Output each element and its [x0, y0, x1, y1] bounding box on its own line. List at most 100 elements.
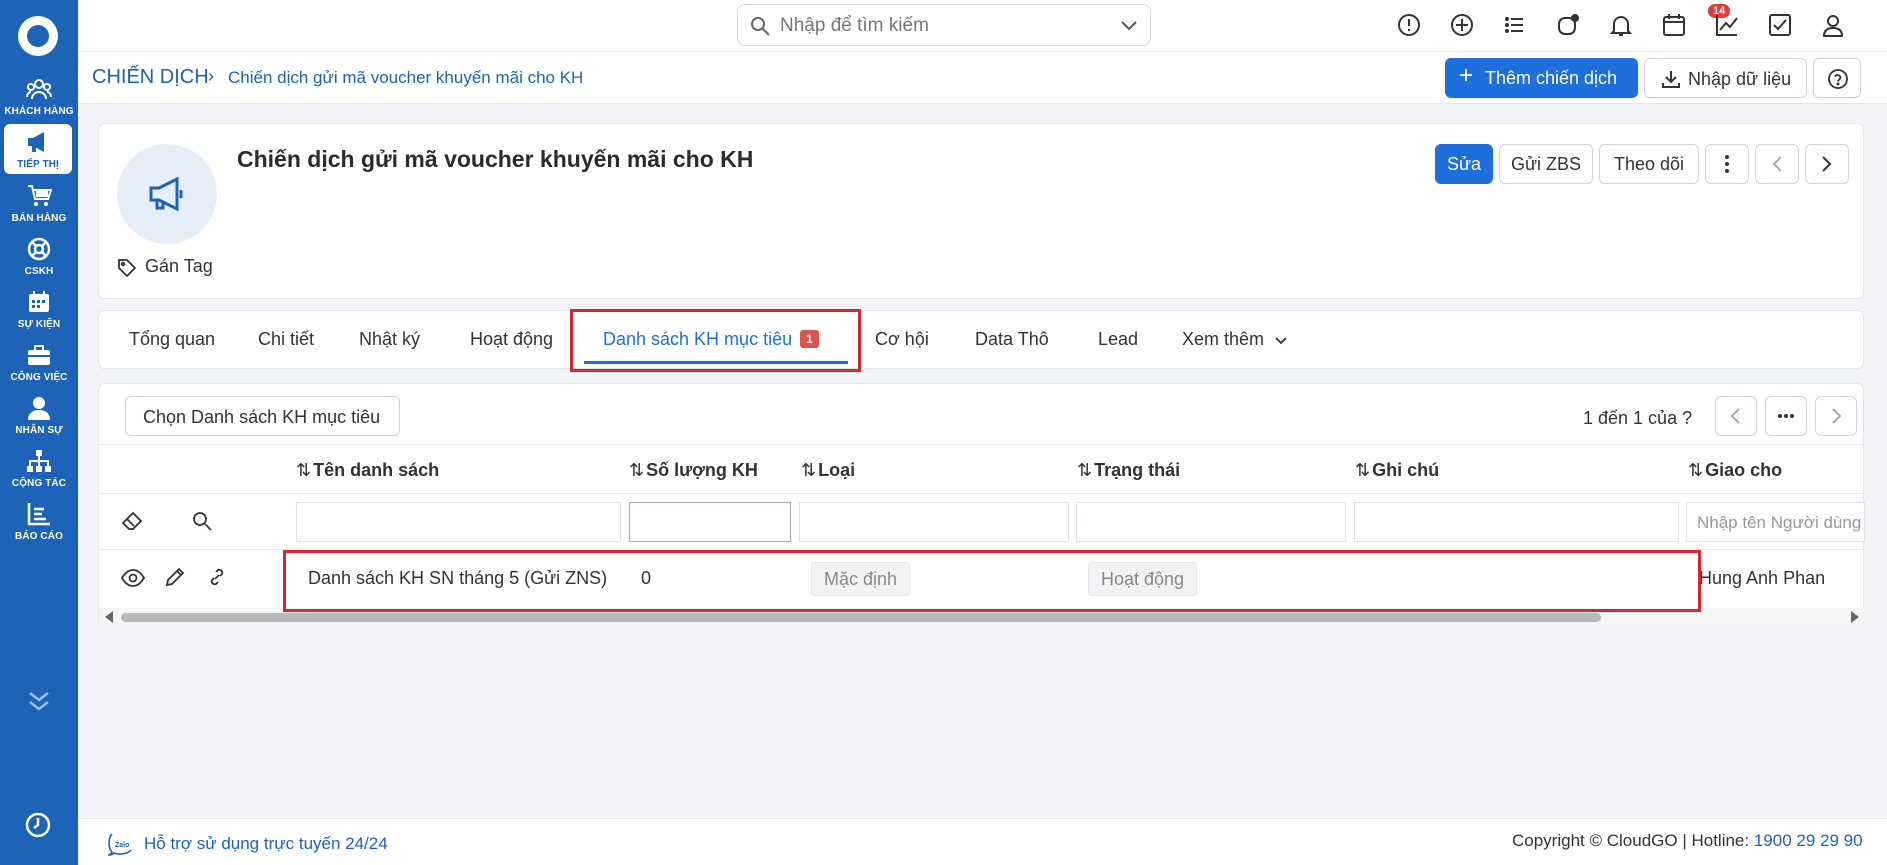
sidebar-item-bao-cao[interactable]: BÁO CÁO	[0, 501, 78, 542]
sidebar-item-label: CÔNG VIỆC	[10, 372, 68, 383]
scrollbar-thumb[interactable]	[121, 613, 1601, 622]
edit-button[interactable]: Sửa	[1435, 144, 1493, 184]
previous-record-button[interactable]	[1755, 144, 1799, 184]
tab-xem-them[interactable]: Xem thêm	[1182, 329, 1287, 350]
next-page-button[interactable]	[1815, 396, 1857, 436]
sidebar-item-label: TIẾP THỊ	[17, 159, 59, 170]
column-header-trang-thai[interactable]: ⇅ Trạng thái	[1077, 460, 1180, 481]
footer-copyright: Copyright © CloudGO | Hotline: 1900 29 2…	[1512, 831, 1863, 850]
add-campaign-button[interactable]: + Thêm chiến dịch	[1445, 58, 1638, 98]
column-header-ghi-chu[interactable]: ⇅ Ghi chú	[1355, 460, 1439, 481]
search-box[interactable]: Nhập để tìm kiếm	[737, 4, 1151, 46]
hotline-label: Hotline:	[1691, 831, 1750, 850]
online-support-link[interactable]: Hỗ trợ sử dụng trực tuyến 24/24	[144, 834, 388, 854]
megaphone-icon	[149, 176, 183, 212]
sort-icon: ⇅	[1077, 460, 1093, 480]
breadcrumb-bar: CHIẾN DỊCH › Chiến dịch gửi mã voucher k…	[78, 52, 1887, 104]
zalo-icon[interactable]: Zalo	[106, 831, 134, 857]
tab-hoat-dong[interactable]: Hoạt động	[470, 329, 553, 350]
filter-loai-input[interactable]	[799, 502, 1069, 542]
sidebar-item-ban-hang[interactable]: BÁN HÀNG	[0, 183, 78, 224]
send-zbs-button[interactable]: Gửi ZBS	[1499, 144, 1593, 184]
list-icon[interactable]	[1502, 12, 1528, 38]
follow-button[interactable]: Theo dõi	[1599, 144, 1699, 184]
sidebar-item-su-kien[interactable]: SỰ KIỆN	[0, 289, 78, 330]
eye-icon[interactable]	[121, 568, 145, 588]
chart-icon[interactable]	[1714, 12, 1740, 38]
filter-ten-danh-sach-input[interactable]	[296, 502, 621, 542]
alert-icon[interactable]	[1396, 12, 1422, 38]
breadcrumb-separator: ›	[208, 66, 214, 86]
add-circle-icon[interactable]	[1449, 12, 1475, 38]
filter-giao-cho-placeholder: Nhập tên Người dùng	[1697, 513, 1862, 532]
chevron-down-icon[interactable]	[1120, 18, 1138, 32]
search-input[interactable]: Nhập để tìm kiếm	[780, 15, 929, 37]
sort-icon: ⇅	[801, 460, 817, 480]
sidebar-item-tiep-thi[interactable]: TIẾP THỊ	[4, 124, 72, 174]
more-options-button[interactable]	[1705, 144, 1749, 184]
assign-tag-button[interactable]: Gán Tag	[117, 256, 213, 278]
filter-giao-cho-input[interactable]: Nhập tên Người dùng	[1686, 502, 1865, 542]
sidebar-item-cong-tac[interactable]: CỘNG TÁC	[0, 448, 78, 489]
sidebar-item-cong-viec[interactable]: CÔNG VIỆC	[0, 342, 78, 383]
footer: Zalo Hỗ trợ sử dụng trực tuyến 24/24 Cop…	[78, 818, 1887, 865]
user-icon[interactable]	[1820, 12, 1846, 38]
filter-so-luong-kh-input[interactable]	[629, 502, 791, 542]
column-header-so-luong-kh[interactable]: ⇅ Số lượng KH	[629, 460, 758, 481]
tab-tong-quan[interactable]: Tổng quan	[129, 329, 215, 350]
cart-icon	[28, 185, 52, 206]
sort-icon: ⇅	[629, 460, 645, 480]
column-header-loai[interactable]: ⇅ Loại	[801, 460, 855, 481]
sort-icon: ⇅	[296, 460, 312, 480]
breadcrumb-root[interactable]: CHIẾN DỊCH	[92, 66, 209, 89]
next-record-button[interactable]	[1805, 144, 1849, 184]
list-more-button[interactable]	[1765, 396, 1807, 436]
sidebar-item-label: BÁN HÀNG	[11, 213, 67, 224]
tab-data-tho[interactable]: Data Thô	[975, 329, 1049, 350]
sidebar: KHÁCH HÀNG TIẾP THỊ BÁN HÀNG CSKH SỰ KIỆ…	[0, 0, 78, 865]
previous-page-button[interactable]	[1715, 396, 1757, 436]
tab-co-hoi[interactable]: Cơ hội	[875, 329, 929, 350]
sidebar-item-label: CỘNG TÁC	[11, 478, 67, 489]
tab-nhat-ky[interactable]: Nhật ký	[359, 329, 420, 350]
tab-lead[interactable]: Lead	[1098, 329, 1138, 350]
bell-icon[interactable]	[1608, 12, 1634, 38]
sidebar-item-label: BÁO CÁO	[15, 531, 63, 542]
sort-icon: ⇅	[1355, 460, 1371, 480]
import-data-button[interactable]: Nhập dữ liệu	[1644, 58, 1807, 98]
sidebar-item-cskh[interactable]: CSKH	[0, 236, 78, 277]
table-header: ⇅ Tên danh sách ⇅ Số lượng KH ⇅ Loại ⇅ Trạng…	[99, 444, 1865, 494]
double-chevron-down-icon[interactable]	[26, 690, 52, 712]
scroll-right-arrow[interactable]	[1851, 611, 1859, 623]
sidebar-item-nhan-su[interactable]: NHÂN SỰ	[0, 395, 78, 436]
sidebar-item-label: SỰ KIỆN	[17, 319, 61, 330]
clock-icon[interactable]	[24, 811, 52, 839]
tab-chi-tiet[interactable]: Chi tiết	[258, 329, 314, 350]
search-icon	[751, 17, 770, 36]
pagination-text: 1 đến 1 của ?	[1583, 408, 1693, 428]
calendar-icon[interactable]	[1661, 12, 1687, 38]
megaphone-icon	[28, 132, 44, 152]
column-header-ten-danh-sach[interactable]: ⇅ Tên danh sách	[296, 460, 439, 481]
updates-icon[interactable]	[1555, 12, 1581, 38]
sidebar-item-label: CSKH	[24, 266, 54, 277]
scroll-left-arrow[interactable]	[105, 611, 113, 623]
choose-target-list-button[interactable]: Chọn Danh sách KH mục tiêu	[125, 396, 400, 436]
eraser-icon[interactable]	[121, 510, 143, 532]
task-check-icon[interactable]	[1767, 12, 1793, 38]
pencil-icon[interactable]	[164, 566, 186, 588]
column-label: Tên danh sách	[313, 460, 440, 480]
filter-row: Nhập tên Người dùng	[99, 494, 1865, 550]
filter-trang-thai-input[interactable]	[1076, 502, 1346, 542]
hotline-number[interactable]: 1900 29 29 90	[1754, 831, 1863, 850]
help-button[interactable]	[1813, 58, 1861, 98]
search-icon[interactable]	[191, 510, 213, 532]
campaign-avatar	[117, 144, 217, 244]
column-header-giao-cho[interactable]: ⇅ Giao cho	[1688, 460, 1782, 481]
column-label: Giao cho	[1705, 460, 1783, 480]
filter-ghi-chu-input[interactable]	[1354, 502, 1679, 542]
tag-icon	[118, 259, 137, 278]
sidebar-item-khach-hang[interactable]: KHÁCH HÀNG	[0, 76, 78, 117]
link-icon[interactable]	[207, 567, 227, 587]
cloudgo-logo[interactable]	[18, 16, 58, 56]
